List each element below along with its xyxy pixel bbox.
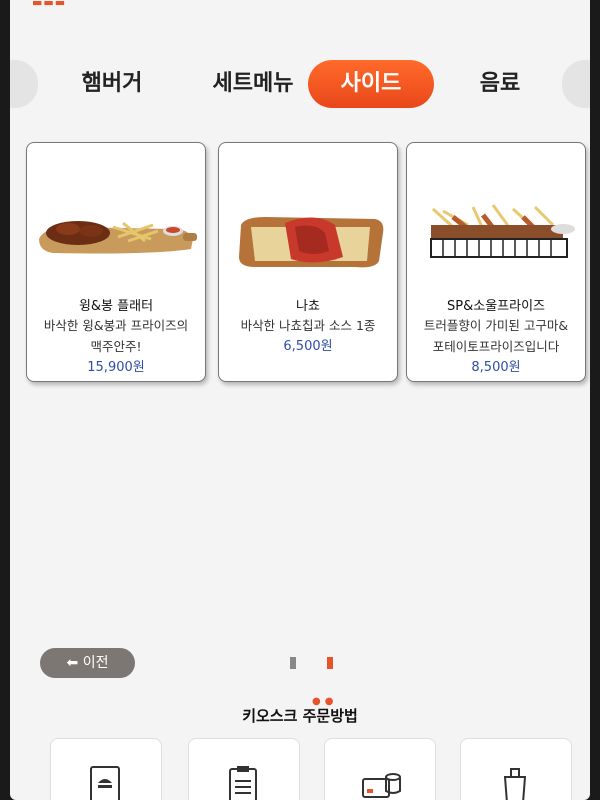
tab-burger[interactable]: 햄버거 [60, 60, 164, 108]
arrow-left-icon: ⬅ [66, 655, 79, 671]
tab-drinks[interactable]: 음료 [460, 60, 540, 108]
product-desc-line1: 바삭한 나쵸칩과 소스 1종 [240, 318, 376, 333]
product-card-sp-soul-fries[interactable]: SP&소울프라이즈 트러플향이 가미된 고구마& 포테이토프라이즈입니다 8,5… [406, 142, 586, 382]
tab-set-menu[interactable]: 세트메뉴 [190, 60, 316, 108]
product-card-nachos[interactable]: 나쵸 바삭한 나쵸칩과 소스 1종 6,500원 [218, 142, 398, 382]
brand-logo: ▬▬▬ [32, 0, 67, 9]
product-name: 윙&봉 플래터 [78, 299, 154, 314]
tab-side[interactable]: 사이드 [308, 60, 434, 108]
takeout-bag-icon [503, 768, 527, 800]
page-dot-2-active[interactable] [327, 657, 334, 669]
menu-checklist-icon [229, 766, 257, 800]
product-grid: 윙&봉 플래터 바삭한 윙&봉과 프라이즈의 맥주안주! 15,900원 나쵸 … [10, 142, 590, 392]
product-name: SP&소울프라이즈 [447, 299, 545, 314]
nachos-photo [239, 217, 384, 268]
product-desc: 바삭한 윙&봉과 프라이즈의 맥주안주! 15,900원 [31, 315, 201, 378]
tab-scroll-left-button[interactable] [10, 60, 38, 108]
product-desc-line2: 포테이토프라이즈입니다 [432, 339, 560, 354]
product-desc-line1: 트러플향이 가미된 고구마& [423, 318, 569, 333]
page-indicator [290, 654, 359, 673]
payment-card-icon [362, 773, 401, 798]
sp-soul-fries-photo [430, 204, 575, 258]
guide-step-4-card[interactable] [460, 738, 572, 800]
kiosk-burger-icon [90, 766, 120, 800]
category-tabbar: 햄버거 세트메뉴 사이드 음료 [10, 54, 590, 116]
product-price: 15,900원 [87, 360, 145, 375]
product-card-wing-platter[interactable]: 윙&봉 플래터 바삭한 윙&봉과 프라이즈의 맥주안주! 15,900원 [26, 142, 206, 382]
guide-step-1-card[interactable] [50, 738, 162, 800]
product-price: 8,500원 [471, 360, 521, 375]
product-desc: 트러플향이 가미된 고구마& 포테이토프라이즈입니다 8,500원 [411, 315, 581, 378]
product-desc-line1: 바삭한 윙&봉과 프라이즈의 [43, 318, 189, 333]
back-button[interactable]: ⬅ 이전 [40, 648, 135, 678]
product-name: 나쵸 [296, 299, 320, 314]
guide-step-2-card[interactable] [188, 738, 300, 800]
back-button-label: 이전 [82, 655, 109, 671]
wing-platter-photo [39, 221, 197, 254]
kiosk-screen: ▬▬▬ 햄버거 세트메뉴 사이드 음료 윙&봉 플래터 바삭한 윙&봉과 프라이… [10, 0, 590, 800]
guide-step-3-card[interactable] [324, 738, 436, 800]
accent-dots-decoration: ●● [312, 696, 338, 707]
product-price: 6,500원 [283, 339, 333, 354]
tab-scroll-right-button[interactable] [562, 60, 590, 108]
guide-title-text: 키오스크 주문방법 [242, 707, 358, 725]
page-dot-1[interactable] [290, 657, 296, 669]
product-desc-line2: 맥주안주! [90, 339, 142, 354]
product-desc: 바삭한 나쵸칩과 소스 1종 6,500원 [223, 315, 393, 357]
guide-section-title: ●● 키오스크 주문방법 [10, 696, 590, 726]
